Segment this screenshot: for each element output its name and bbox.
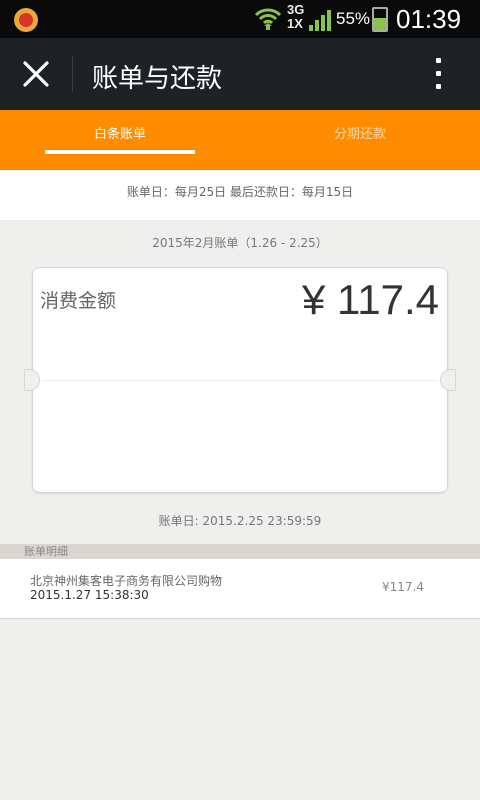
card-separator — [43, 380, 437, 381]
title-divider — [72, 56, 73, 92]
status-bar: 3G 1X 55% 01:39 — [0, 0, 480, 38]
tab-label: 白条账单 — [93, 127, 146, 142]
details-header-label: 账单明细 — [24, 545, 68, 558]
transaction-time: 2015.1.27 15:38:30 — [30, 588, 149, 602]
close-icon — [23, 61, 49, 87]
tab-bar: 白条账单 分期还款 — [0, 110, 480, 170]
details-header: 账单明细 — [0, 544, 480, 559]
wifi-icon — [254, 8, 282, 30]
amount-value: ¥ 117.4 — [301, 276, 439, 323]
transaction-amount: ¥117.4 — [382, 580, 424, 594]
page-title: 账单与还款 — [92, 64, 223, 94]
bill-date: 账单日: 2015.2.25 23:59:59 — [158, 514, 322, 528]
card-notch-right — [440, 369, 456, 391]
close-button[interactable] — [14, 52, 58, 96]
signal-icon — [309, 10, 331, 31]
transaction-merchant: 北京神州集客电子商务有限公司购物 — [30, 574, 223, 588]
more-vertical-icon — [436, 58, 441, 63]
clock: 01:39 — [396, 4, 462, 34]
title-bar: 账单与还款 — [0, 38, 480, 110]
tab-baitiao-bill[interactable]: 白条账单 — [0, 110, 240, 170]
battery-icon — [372, 7, 388, 32]
statement-card[interactable]: 消费金额 ¥ 117.4 — [24, 267, 456, 493]
battery-level — [374, 18, 386, 30]
statement-period: 2015年2月账单（1.26 - 2.25） — [152, 236, 328, 250]
battery-percent: 55% — [336, 9, 371, 28]
more-options-button[interactable] — [422, 54, 454, 94]
amount-label: 消费金额 — [40, 290, 117, 312]
transaction-row[interactable]: 北京神州集客电子商务有限公司购物 2015.1.27 15:38:30 ¥117… — [0, 559, 480, 619]
app-notification-icon — [14, 8, 38, 32]
card-notch-left — [24, 369, 40, 391]
tab-installment-repay[interactable]: 分期还款 — [240, 110, 480, 170]
tab-active-indicator — [45, 150, 195, 154]
tab-label: 分期还款 — [333, 127, 386, 142]
billing-cycle-info: 账单日：每月25日 最后还款日：每月15日 — [0, 170, 480, 220]
network-type: 3G 1X — [287, 2, 305, 31]
